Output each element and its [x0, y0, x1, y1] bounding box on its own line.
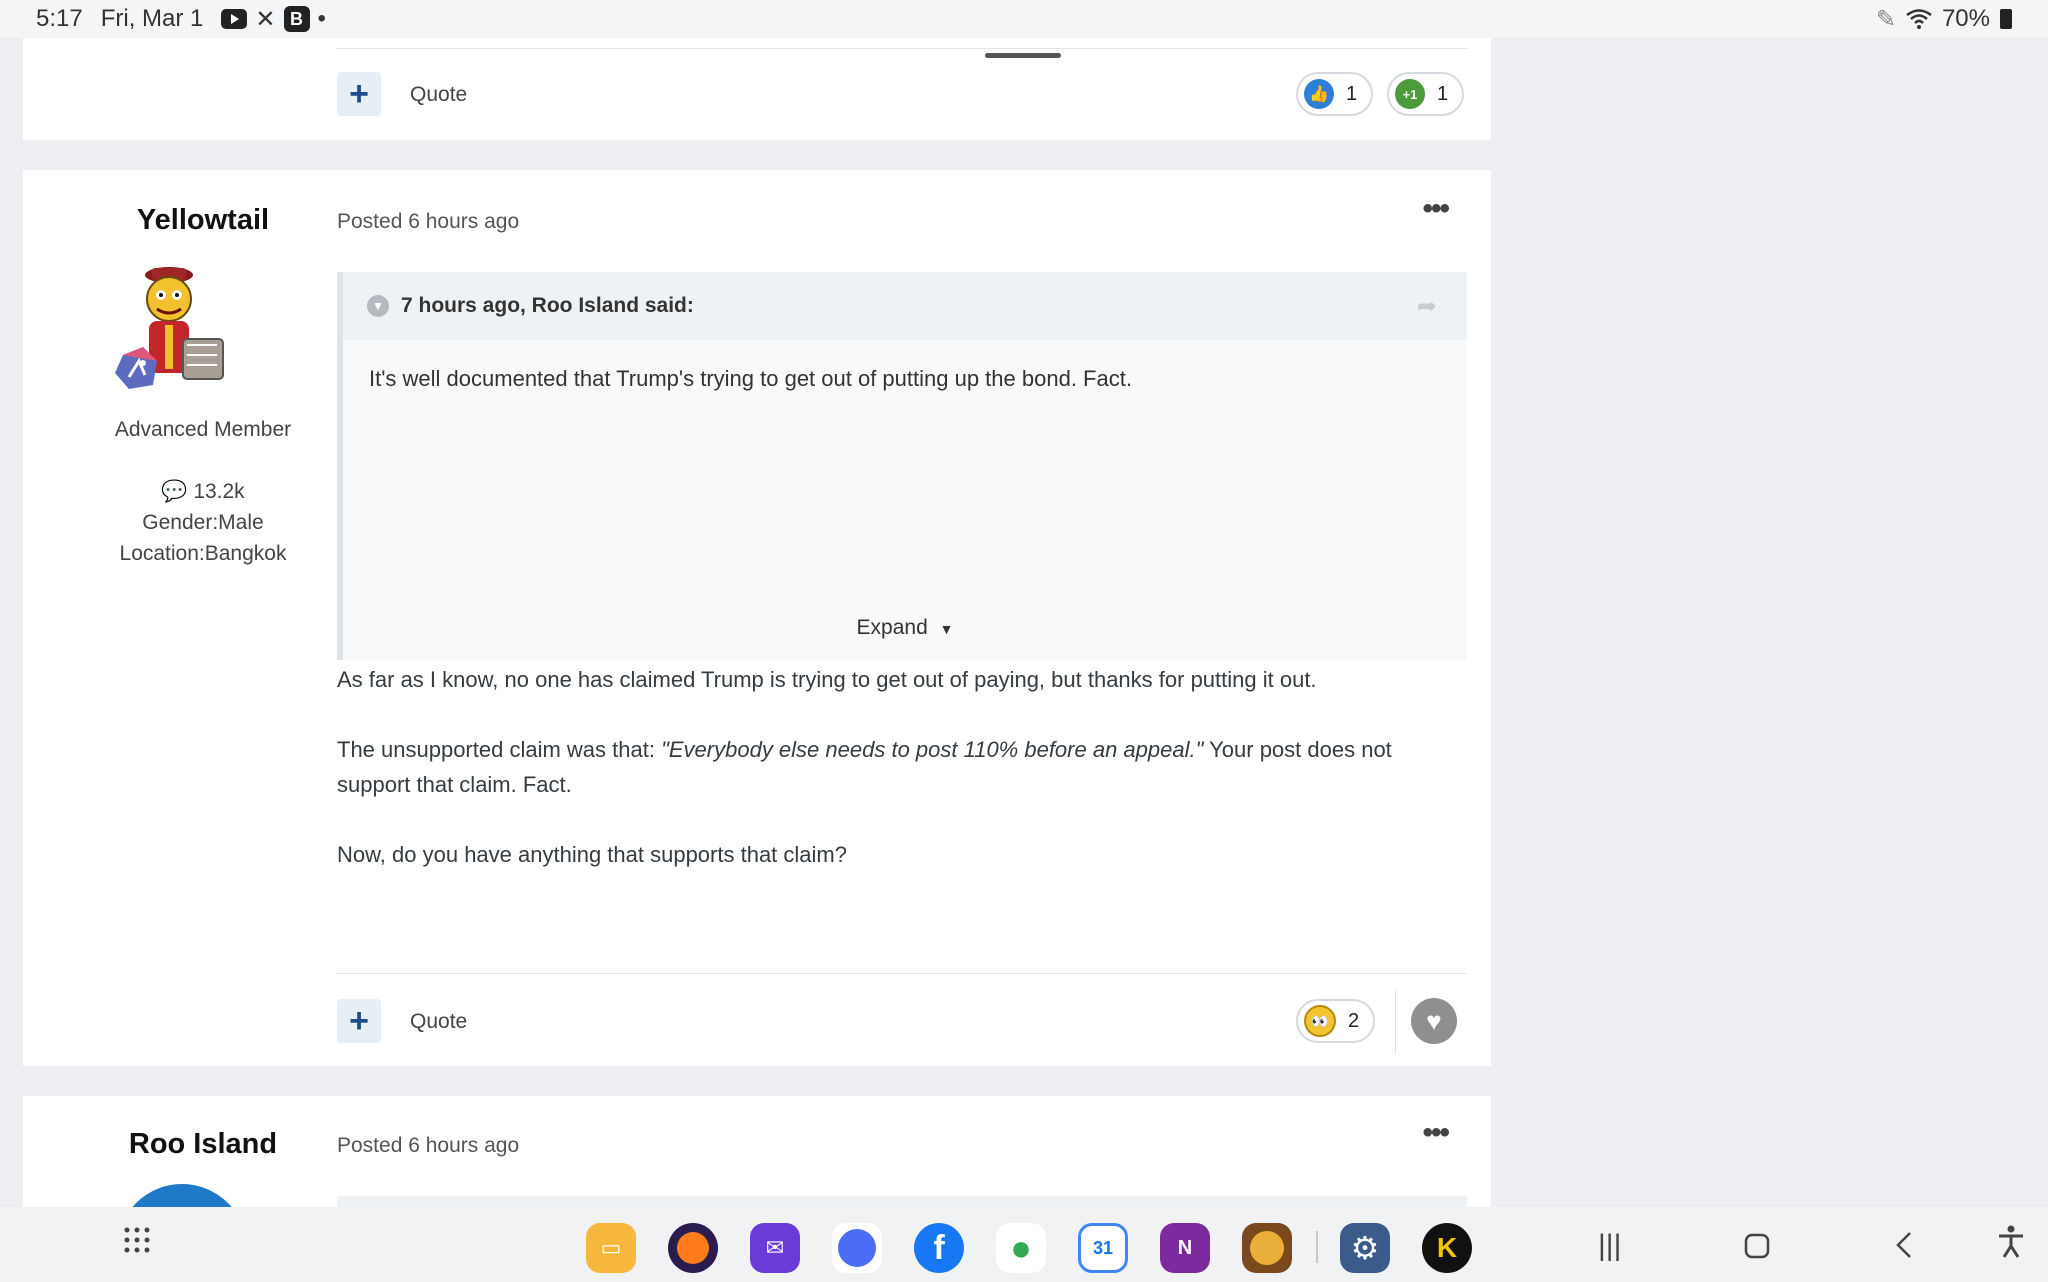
post-paragraph: Now, do you have anything that supports … — [337, 842, 847, 867]
accessibility-icon[interactable] — [1996, 1225, 2026, 1267]
more-options-icon[interactable]: ••• — [1422, 192, 1449, 226]
quote-header[interactable]: ▼ 7 hours ago, Roo Island said: ➦ — [343, 272, 1467, 340]
post-text-segment: The unsupported claim was that: — [337, 737, 662, 762]
share-arrow-icon[interactable]: ➦ — [1417, 292, 1437, 321]
youtube-notification-icon — [221, 9, 248, 29]
post-paragraph: As far as I know, no one has claimed Tru… — [337, 667, 1317, 692]
post-count: 13.2k — [193, 480, 245, 503]
multiquote-add-button[interactable]: + — [337, 999, 381, 1043]
multiquote-add-button[interactable]: + — [337, 72, 381, 116]
b-notification-icon: B — [283, 6, 310, 32]
quote-citation: 7 hours ago, Roo Island said: — [401, 294, 694, 317]
messenger-app-icon[interactable] — [832, 1223, 882, 1273]
heart-react-icon[interactable]: ♥ — [1411, 998, 1457, 1044]
calendar-app-icon[interactable]: 31 — [1078, 1223, 1128, 1273]
plus-one-icon: +1 — [1395, 79, 1425, 109]
post-card-yellowtail: Yellowtail Advanced Member 💬 13.2k Gende… — [23, 170, 1491, 1066]
quote-link[interactable]: Quote — [410, 1010, 467, 1034]
status-bar: 5:17 Fri, Mar 1 ✕ B • ✎ 70% — [0, 0, 2048, 38]
author-avatar[interactable] — [97, 265, 237, 405]
author-rank: Advanced Member — [114, 418, 292, 441]
pen-icon: ✎ — [1875, 5, 1896, 33]
settings-app-icon[interactable]: ⚙ — [1340, 1223, 1390, 1273]
speech-bubble-icon: 💬 — [161, 480, 188, 503]
reaction-count: 2 — [1348, 1009, 1360, 1032]
reaction-count: 1 — [1346, 82, 1358, 105]
facebook-app-icon[interactable]: f — [914, 1223, 964, 1273]
expand-label: Expand — [856, 616, 928, 639]
thumbs-up-icon: 👍 — [1304, 79, 1334, 109]
firefox-app-icon[interactable] — [668, 1223, 718, 1273]
files-app-icon[interactable]: ▭ — [586, 1223, 636, 1273]
reaction-plus-one[interactable]: +1 1 — [1387, 72, 1465, 116]
reaction-separator — [1395, 990, 1396, 1054]
battery-percent: 70% — [1941, 5, 1990, 32]
post-body: As far as I know, no one has claimed Tru… — [337, 662, 1467, 907]
mail-app-icon[interactable]: ✉ — [750, 1223, 800, 1273]
back-button-icon[interactable] — [1894, 1231, 1914, 1267]
quote-block: ▼ 7 hours ago, Roo Island said: ➦ It's w… — [337, 272, 1467, 660]
posted-time[interactable]: Posted 6 hours ago — [337, 1134, 519, 1158]
status-time: 5:17 — [36, 5, 83, 32]
post-paragraph: The unsupported claim was that: "Everybo… — [337, 732, 1467, 802]
drag-handle[interactable] — [985, 53, 1061, 58]
confused-face-icon: 👀 — [1304, 1005, 1336, 1037]
navigation-bar: ▭ ✉ f ● 31 N ⚙ K ||| — [0, 1207, 2048, 1282]
maps-app-icon[interactable]: ● — [996, 1223, 1046, 1273]
quote-link[interactable]: Quote — [410, 83, 467, 107]
author-gender: Gender:Male — [142, 511, 264, 534]
quote-text: It's well documented that Trump's trying… — [369, 366, 1132, 391]
caret-down-icon: ▼ — [939, 621, 954, 637]
onenote-app-icon[interactable]: N — [1160, 1223, 1210, 1273]
clash-app-icon[interactable] — [1242, 1223, 1292, 1273]
wifi-icon — [1906, 9, 1932, 29]
author-name[interactable]: Roo Island — [53, 1128, 353, 1161]
post-italic-quote: "Everybody else needs to post 110% befor… — [661, 737, 1204, 762]
recent-apps-icon[interactable]: ||| — [1598, 1229, 1621, 1263]
post-divider — [337, 48, 1467, 49]
post-divider — [337, 973, 1467, 974]
author-post-count: 💬 13.2k — [53, 476, 353, 507]
dock-separator — [1316, 1231, 1318, 1263]
more-notifications-dot: • — [317, 5, 326, 32]
keeper-app-icon[interactable]: K — [1422, 1223, 1472, 1273]
post-card-previous: + Quote 👍 1 +1 1 — [23, 38, 1491, 140]
reaction-like[interactable]: 👍 1 — [1296, 72, 1374, 116]
home-button-icon[interactable] — [1744, 1233, 1770, 1267]
author-location: Location:Bangkok — [119, 542, 287, 565]
author-name[interactable]: Yellowtail — [53, 204, 353, 237]
posted-time[interactable]: Posted 6 hours ago — [337, 210, 519, 234]
expand-button[interactable]: Expand ▼ — [343, 616, 1467, 640]
app-drawer-icon[interactable] — [122, 1225, 152, 1263]
more-options-icon[interactable]: ••• — [1422, 1116, 1449, 1150]
tools-notification-icon: ✕ — [255, 5, 276, 33]
reaction-confused[interactable]: 👀 2 — [1296, 999, 1376, 1043]
reaction-count: 1 — [1437, 82, 1449, 105]
status-date: Fri, Mar 1 — [100, 5, 204, 32]
battery-icon — [2000, 9, 2012, 29]
chevron-down-icon[interactable]: ▼ — [367, 295, 389, 317]
